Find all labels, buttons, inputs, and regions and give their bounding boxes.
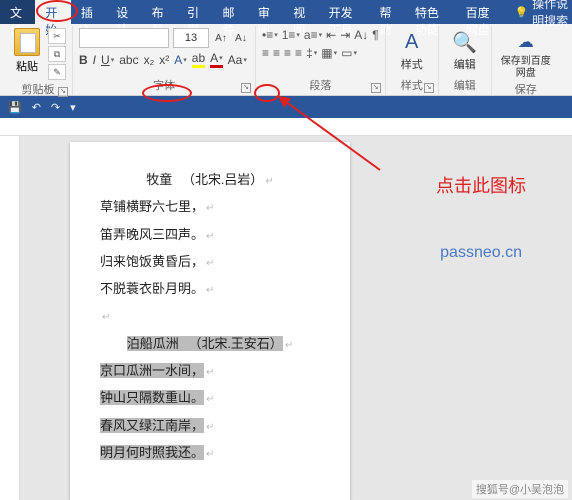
borders-button[interactable]: ▭▾ (341, 46, 357, 60)
qat-redo-icon[interactable]: ↷ (51, 101, 60, 114)
poem1-line1: 草铺横野六七里，↵ (100, 193, 320, 220)
group-paragraph: •≡▾ 1≡▾ a≡▾ ⇤ ⇥ A↓ ¶ ≡ ≡ ≡ ≡ ‡▾ ▦▾ ▭▾ 段落… (256, 26, 386, 95)
align-right-button[interactable]: ≡ (284, 46, 291, 60)
tab-view[interactable]: 视图 (283, 0, 318, 24)
font-dialog-launcher-icon[interactable]: ↘ (241, 83, 251, 93)
vertical-ruler[interactable] (0, 136, 20, 500)
qat-save-icon[interactable]: 💾 (8, 101, 22, 114)
group-label-clipboard: 剪贴板 ↘ (10, 80, 66, 99)
poem2-title: 泊船瓜洲 （北宋.王安石）↵ (100, 330, 320, 357)
clipboard-dialog-launcher-icon[interactable]: ↘ (58, 87, 68, 97)
ribbon: 粘贴 ✂ ⧉ ✎ 剪贴板 ↘ 13 A↑ A↓ B I U▾ (0, 24, 572, 96)
font-name-combo[interactable] (79, 28, 169, 48)
credit-text: 搜狐号@小吴泡泡 (472, 480, 568, 498)
group-label-font: 字体 ↘ (79, 76, 249, 95)
menu-bar: 文件 开始 插入 设计 布局 引用 邮件 审阅 视图 开发工具 帮助 特色功能 … (0, 0, 572, 24)
group-editing: 🔍 编辑 编辑 (439, 26, 492, 95)
justify-button[interactable]: ≡ (295, 46, 302, 60)
group-font: 13 A↑ A↓ B I U▾ abc x₂ x² A▾ ab A▾ Aa▾ 字… (73, 26, 256, 95)
tab-file[interactable]: 文件 (0, 0, 35, 24)
poem2-line4: 明月何时照我还。↵ (100, 439, 320, 466)
styles-button[interactable]: A 样式 (392, 28, 432, 72)
qat-customize-icon[interactable]: ▾ (70, 101, 76, 114)
tab-help[interactable]: 帮助 (369, 0, 404, 24)
tab-insert[interactable]: 插入 (71, 0, 106, 24)
qat-undo-icon[interactable]: ↶ (32, 101, 41, 114)
shading-button[interactable]: ▦▾ (321, 46, 337, 60)
subscript-button[interactable]: x₂ (144, 53, 155, 67)
group-clipboard: 粘贴 ✂ ⧉ ✎ 剪贴板 ↘ (4, 26, 73, 95)
align-center-button[interactable]: ≡ (273, 46, 280, 60)
strike-button[interactable]: abc (119, 53, 138, 67)
tab-layout[interactable]: 布局 (142, 0, 177, 24)
indent-dec-button[interactable]: ⇤ (326, 28, 336, 42)
styles-icon: A (392, 28, 432, 56)
grow-font-button[interactable]: A↑ (213, 29, 229, 47)
format-painter-button[interactable]: ✎ (48, 64, 66, 80)
poem1-line2: 笛弄晚风三四声。↵ (100, 221, 320, 248)
show-marks-button[interactable]: ¶ (372, 28, 378, 42)
poem1-line4: 不脱蓑衣卧月明。↵ (100, 275, 320, 302)
change-case-button[interactable]: Aa▾ (228, 53, 247, 67)
save-baidu-button[interactable]: ☁ 保存到百度网盘 (498, 28, 554, 80)
paragraph-dialog-launcher-icon[interactable]: ↘ (371, 83, 381, 93)
font-size-combo[interactable]: 13 (173, 28, 209, 48)
bulb-icon: 💡 (514, 6, 528, 19)
line-spacing-button[interactable]: ‡▾ (306, 46, 317, 60)
horizontal-ruler[interactable] (0, 118, 572, 136)
styles-dialog-launcher-icon[interactable]: ↘ (424, 83, 434, 93)
group-save: ☁ 保存到百度网盘 保存 (492, 26, 560, 95)
multilevel-button[interactable]: a≡▾ (304, 28, 322, 42)
align-left-button[interactable]: ≡ (262, 46, 269, 60)
poem2-line3: 春风又绿江南岸，↵ (100, 412, 320, 439)
bold-button[interactable]: B (79, 53, 88, 67)
tab-baidu[interactable]: 百度网盘 (456, 0, 507, 24)
text-effects-button[interactable]: A▾ (174, 53, 187, 67)
group-label-editing: 编辑 (445, 76, 485, 95)
group-styles: A 样式 样式 ↘ (386, 26, 439, 95)
shrink-font-button[interactable]: A↓ (233, 29, 249, 47)
document-area: 牧童 （北宋.吕岩）↵ 草铺横野六七里，↵ 笛弄晚风三四声。↵ 归来饱饭黄昏后，… (0, 136, 572, 500)
tell-me-label: 操作说明搜索 (532, 0, 572, 29)
font-color-button[interactable]: A▾ (210, 51, 223, 68)
cloud-save-icon: ☁ (498, 28, 554, 56)
poem2-line1: 京口瓜洲一水间，↵ (100, 357, 320, 384)
tab-mailings[interactable]: 邮件 (212, 0, 247, 24)
poem2-line2: 钟山只隔数重山。↵ (100, 384, 320, 411)
poem1-title: 牧童 （北宋.吕岩）↵ (100, 166, 320, 193)
numbering-button[interactable]: 1≡▾ (282, 28, 300, 42)
bullets-button[interactable]: •≡▾ (262, 28, 278, 42)
cut-button[interactable]: ✂ (48, 28, 66, 44)
find-icon: 🔍 (445, 28, 485, 56)
tab-devtools[interactable]: 开发工具 (319, 0, 370, 24)
paste-button[interactable]: 粘贴 (10, 28, 44, 80)
highlight-button[interactable]: ab (192, 51, 205, 68)
paste-label: 粘贴 (10, 58, 44, 74)
group-label-styles: 样式 ↘ (392, 76, 432, 95)
copy-button[interactable]: ⧉ (48, 46, 66, 62)
blank-para: ↵ (100, 302, 320, 329)
tell-me-search[interactable]: 💡 操作说明搜索 (514, 0, 572, 24)
sort-button[interactable]: A↓ (354, 28, 368, 42)
tab-special[interactable]: 特色功能 (405, 0, 456, 24)
document-page[interactable]: 牧童 （北宋.吕岩）↵ 草铺横野六七里，↵ 笛弄晚风三四声。↵ 归来饱饭黄昏后，… (70, 142, 350, 500)
tab-home[interactable]: 开始 (35, 0, 70, 24)
tab-references[interactable]: 引用 (177, 0, 212, 24)
superscript-button[interactable]: x² (159, 53, 169, 67)
underline-button[interactable]: U▾ (101, 53, 114, 67)
indent-inc-button[interactable]: ⇥ (340, 28, 350, 42)
group-label-paragraph: 段落 ↘ (262, 76, 379, 95)
paste-icon (14, 28, 40, 56)
tab-review[interactable]: 审阅 (248, 0, 283, 24)
tab-design[interactable]: 设计 (106, 0, 141, 24)
quick-access-toolbar: 💾 ↶ ↷ ▾ (0, 96, 572, 118)
editing-button[interactable]: 🔍 编辑 (445, 28, 485, 72)
watermark-text: passneo.cn (440, 244, 522, 262)
group-label-save: 保存 (498, 80, 554, 99)
italic-button[interactable]: I (93, 53, 96, 67)
callout-text: 点击此图标 (436, 172, 526, 198)
poem1-line3: 归来饱饭黄昏后，↵ (100, 248, 320, 275)
